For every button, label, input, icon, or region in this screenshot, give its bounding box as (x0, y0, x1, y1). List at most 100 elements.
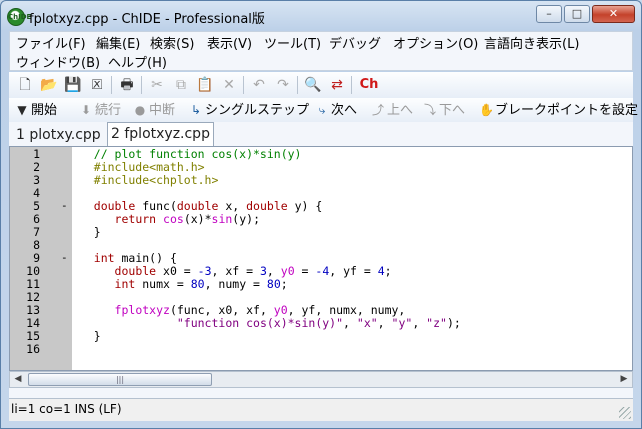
fold-marker[interactable]: - (61, 251, 68, 264)
set-breakpoint-label: ブレークポイントを設定 (495, 103, 639, 118)
menu-view[interactable]: 表示(V) (207, 33, 252, 52)
abort-label: 中断 (149, 103, 176, 118)
paste-icon[interactable]: 📋 (195, 75, 215, 95)
code-line: double func(double x, double y) { (93, 199, 323, 213)
hand-icon: ✋ (479, 103, 494, 117)
code-line: return cos(x)*sin(y); (114, 212, 260, 226)
close-button[interactable]: ✕ (592, 5, 635, 23)
code-line: // plot function cos(x)*sin(y) (73, 147, 302, 161)
code-line: fplotxyz(func, x0, xf, y0, yf, numx, num… (114, 303, 406, 317)
single-step-icon: ↳ (190, 103, 202, 117)
minimize-button[interactable]: – (536, 5, 562, 23)
ch-icon[interactable]: Ch (357, 75, 381, 95)
print-icon[interactable]: 🖶 (117, 75, 137, 95)
down-label: 下へ (439, 103, 466, 118)
close-file-icon[interactable]: 🗵 (87, 75, 107, 95)
continue-icon: ⬇ (80, 103, 92, 117)
menu-search[interactable]: 検索(S) (150, 33, 194, 52)
down-button[interactable]: ⤵ 下へ (423, 100, 465, 120)
new-file-icon[interactable]: 🗋 (15, 75, 35, 95)
code-line: int main() { (93, 251, 177, 265)
copy-icon[interactable]: ⧉ (171, 75, 191, 95)
menu-help[interactable]: ヘルプ(H) (108, 52, 167, 71)
line-number: 10 (26, 264, 40, 278)
delete-icon[interactable]: ✕ (219, 75, 239, 95)
up-button[interactable]: ⤴ 上へ (371, 100, 413, 120)
menu-language[interactable]: 言語向き表示(L) (484, 33, 579, 52)
file-tabs: 1 plotxy.cpp 2 fplotxyz.cpp (9, 122, 633, 146)
line-number: 13 (26, 303, 40, 317)
line-number: 2 (33, 160, 40, 174)
fold-marker[interactable]: - (61, 199, 68, 212)
output-pane (9, 388, 633, 398)
find-icon[interactable]: 🔍 (303, 75, 323, 95)
debug-toolbar: ▼ 開始 ⬇ 続行 ● 中断 ↳ シングルステップ ⤷ 次へ ⤴ 上へ ⤵ 下へ ✋ブレークポ… (9, 98, 638, 123)
tab-plotxy[interactable]: 1 plotxy.cpp (13, 124, 104, 146)
menu-options[interactable]: オプション(O) (393, 33, 478, 52)
menu-bar: ファイル(F) 編集(E) 検索(S) 表示(V) ツール(T) デバッグ オプ… (9, 31, 633, 71)
line-number: 7 (33, 225, 40, 239)
title-bar[interactable]: ChIDE fplotxyz.cpp - ChIDE - Professiona… (1, 1, 641, 31)
save-icon[interactable]: 💾 (63, 75, 83, 95)
toolbar-separator (297, 76, 298, 94)
code-line: #include<chplot.h> (73, 173, 219, 187)
line-number: 16 (26, 342, 40, 356)
application-window: ChIDE fplotxyz.cpp - ChIDE - Professiona… (0, 0, 642, 429)
line-number: 3 (33, 173, 40, 187)
line-number: 1 (33, 147, 40, 161)
abort-icon: ● (134, 103, 146, 117)
main-toolbar: 🗋 📂 💾 🗵 🖶 ✂ ⧉ 📋 ✕ ↶ ↷ 🔍 ⇄ Ch (9, 72, 633, 99)
redo-icon[interactable]: ↷ (273, 75, 293, 95)
abort-button[interactable]: ● 中断 (133, 100, 175, 120)
open-folder-icon[interactable]: 📂 (39, 75, 59, 95)
window-title: fplotxyz.cpp - ChIDE - Professional版 (29, 12, 265, 27)
scroll-left-arrow-icon[interactable]: ◀ (10, 372, 26, 387)
horizontal-scrollbar[interactable]: ◀ ||| ▶ (9, 371, 633, 388)
single-step-button[interactable]: ↳ シングルステップ (189, 100, 309, 120)
resize-grip-icon[interactable] (619, 407, 631, 419)
line-number: 9 (33, 251, 40, 265)
scrollbar-thumb[interactable]: ||| (28, 373, 212, 386)
single-step-label: シングルステップ (205, 103, 310, 118)
start-label: 開始 (31, 103, 58, 118)
scroll-right-arrow-icon[interactable]: ▶ (616, 372, 632, 387)
up-label: 上へ (387, 103, 414, 118)
set-breakpoint-button[interactable]: ✋ブレークポイントを設定 (479, 100, 638, 120)
code-line: } (73, 329, 101, 343)
line-number: 5 (33, 199, 40, 213)
status-bar: li=1 co=1 INS (LF) (9, 398, 633, 421)
menu-debug[interactable]: デバッグ (329, 33, 381, 52)
tab-fplotxyz[interactable]: 2 fplotxyz.cpp (107, 122, 214, 146)
undo-icon[interactable]: ↶ (249, 75, 269, 95)
toolbar-separator (141, 76, 142, 94)
status-text: li=1 co=1 INS (LF) (11, 402, 122, 416)
toolbar-separator (243, 76, 244, 94)
code-line: #include<math.h> (73, 160, 205, 174)
next-button[interactable]: ⤷ 次へ (315, 100, 357, 120)
code-line: } (73, 225, 101, 239)
menu-window[interactable]: ウィンドウ(B) (16, 52, 100, 71)
line-number: 14 (26, 316, 40, 330)
next-label: 次へ (331, 103, 358, 118)
menu-file[interactable]: ファイル(F) (16, 33, 86, 52)
code-editor[interactable]: 1 2 3 4 5 6 7 8 9 10 11 12 13 14 15 16 -… (9, 146, 633, 371)
continue-button[interactable]: ⬇ 続行 (79, 100, 121, 120)
maximize-button[interactable]: □ (564, 5, 590, 23)
up-icon: ⤴ (371, 103, 384, 117)
cut-icon[interactable]: ✂ (147, 75, 167, 95)
code-line: double x0 = -3, xf = 3, y0 = -4, yf = 4; (114, 264, 392, 278)
replace-icon[interactable]: ⇄ (327, 75, 347, 95)
line-number: 11 (26, 277, 40, 291)
chide-app-icon[interactable]: ChIDE (7, 8, 31, 26)
code-line: "function cos(x)*sin(y)", "x", "y", "z")… (176, 316, 461, 330)
start-button[interactable]: ▼ 開始 (15, 100, 57, 120)
start-icon: ▼ (17, 103, 27, 117)
down-icon: ⤵ (423, 103, 436, 117)
line-number: 6 (33, 212, 40, 226)
continue-label: 続行 (95, 103, 122, 118)
line-number: 15 (26, 329, 40, 343)
menu-edit[interactable]: 編集(E) (96, 33, 140, 52)
line-number: 12 (26, 290, 40, 304)
menu-tools[interactable]: ツール(T) (264, 33, 321, 52)
toolbar-separator (111, 76, 112, 94)
